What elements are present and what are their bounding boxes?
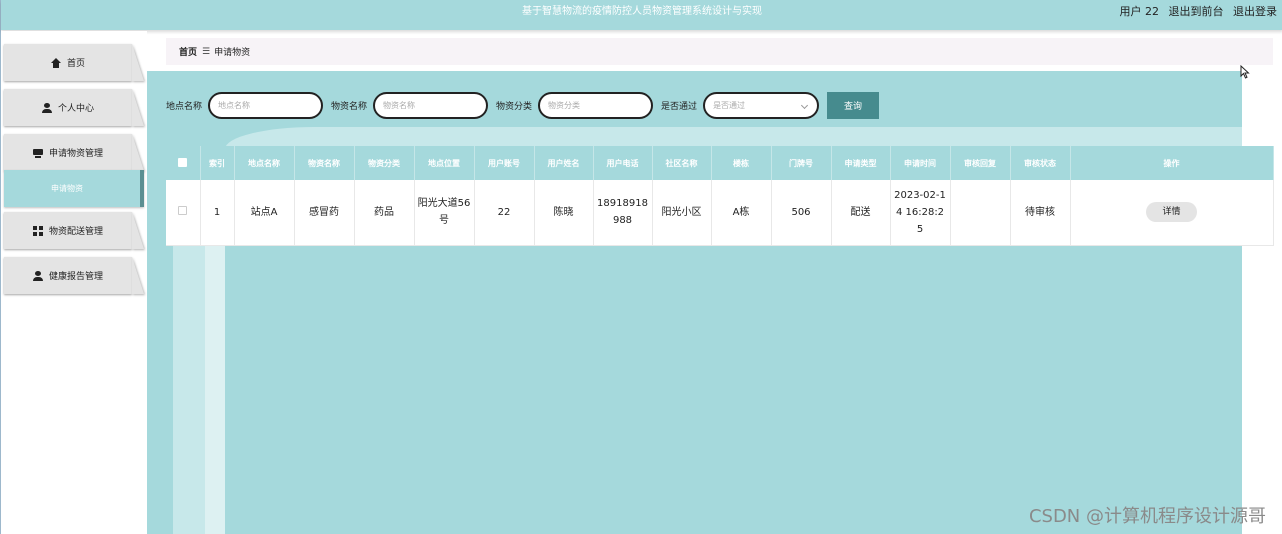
- sidebar-item-health[interactable]: 健康报告管理: [4, 257, 144, 294]
- menu-arrow: [132, 89, 144, 126]
- menu-arrow: [132, 212, 144, 249]
- cell-phone: 18918918988: [593, 180, 653, 246]
- sidebar-item-delivery[interactable]: 物资配送管理: [4, 212, 144, 249]
- box-icon: [32, 148, 43, 158]
- passed-label: 是否通过: [661, 102, 698, 112]
- breadcrumb: 首页 ☰ 申请物资: [166, 38, 1273, 65]
- category-input[interactable]: 物资分类: [538, 92, 654, 119]
- logout-link[interactable]: 退出登录: [1233, 5, 1277, 18]
- cell-community: 阳光小区: [652, 180, 712, 246]
- menu-arrow: [132, 44, 144, 81]
- menu-arrow: [132, 257, 144, 294]
- detail-button[interactable]: 详情: [1146, 202, 1197, 223]
- col-site: 地点名称: [234, 146, 295, 180]
- chevron-down-icon: [801, 101, 809, 110]
- col-time: 申请时间: [890, 146, 951, 180]
- cell-name: 感冒药: [294, 180, 355, 246]
- cell-account: 22: [474, 180, 535, 246]
- col-community: 社区名称: [652, 146, 712, 180]
- user-label: 用户 22: [1119, 5, 1160, 18]
- col-status: 审核状态: [1010, 146, 1071, 180]
- col-name: 物资名称: [294, 146, 355, 180]
- sidebar-item-label: 物资配送管理: [48, 227, 103, 237]
- breadcrumb-current: 申请物资: [214, 48, 251, 58]
- app-title: 基于智慧物流的疫情防控人员物资管理系统设计与实现: [522, 6, 762, 17]
- category-label: 物资分类: [496, 102, 533, 112]
- user-icon: [41, 102, 52, 113]
- passed-select-value: 是否通过: [713, 101, 746, 110]
- data-table: 索引 地点名称 物资名称 物资分类 地点位置 用户账号 用户姓名 用户电话 社区…: [166, 146, 1274, 246]
- menu-label-wrap: 物资配送管理: [4, 212, 132, 249]
- site-label: 地点名称: [166, 102, 203, 112]
- sidebar-item-apply-supplies[interactable]: 申请物资管理: [4, 134, 144, 171]
- col-location: 地点位置: [414, 146, 475, 180]
- sidebar-item-label: 申请物资管理: [48, 149, 103, 159]
- home-icon: [50, 57, 61, 68]
- cell-reply: [950, 180, 1011, 246]
- col-category: 物资分类: [354, 146, 415, 180]
- app-window: 基于智慧物流的疫情防控人员物资管理系统设计与实现 用户 22 退出到前台 退出登…: [0, 0, 1282, 534]
- cell-index: 1: [200, 180, 235, 246]
- table-header-row: 索引 地点名称 物资名称 物资分类 地点位置 用户账号 用户姓名 用户电话 社区…: [166, 146, 1274, 180]
- col-account: 用户账号: [474, 146, 535, 180]
- sidebar-subitem-apply[interactable]: 申请物资: [4, 170, 144, 207]
- grid-icon: [32, 225, 43, 236]
- name-input[interactable]: 物资名称: [373, 92, 489, 119]
- sidebar-item-home[interactable]: 首页: [4, 44, 144, 81]
- cell-site: 站点A: [234, 180, 295, 246]
- sidebar-item-label: 健康报告管理: [48, 272, 103, 282]
- breadcrumb-home[interactable]: 首页: [179, 45, 197, 58]
- cell-category: 药品: [354, 180, 415, 246]
- col-username: 用户姓名: [534, 146, 594, 180]
- cell-door: 506: [771, 180, 832, 246]
- cursor-shape: [1240, 65, 1250, 79]
- user-icon: [32, 270, 43, 281]
- menu-label-wrap: 健康报告管理: [4, 257, 132, 294]
- front-link[interactable]: 退出到前台: [1169, 5, 1224, 18]
- watermark: CSDN @计算机程序设计源哥: [1028, 506, 1266, 527]
- col-building: 楼栋: [711, 146, 772, 180]
- col-phone: 用户电话: [593, 146, 653, 180]
- content-decoration-stripe: [205, 245, 225, 534]
- select-all-checkbox[interactable]: [178, 157, 188, 167]
- cell-username: 陈晓: [534, 180, 594, 246]
- passed-select[interactable]: 是否通过: [703, 92, 820, 119]
- user-actions: 用户 22 退出到前台 退出登录: [1114, 0, 1278, 23]
- menu-arrow: [132, 134, 144, 171]
- menu-label-wrap: 申请物资管理: [4, 134, 132, 171]
- top-bar: 基于智慧物流的疫情防控人员物资管理系统设计与实现 用户 22 退出到前台 退出登…: [1, 0, 1282, 30]
- sidebar-item-label: 首页: [66, 59, 85, 69]
- site-input[interactable]: 地点名称: [208, 92, 324, 119]
- search-bar: 地点名称 地点名称 物资名称 物资名称 物资分类 物资分类 是否通过 是否通过 …: [166, 92, 880, 119]
- menu-label-wrap: 个人中心: [4, 89, 132, 126]
- query-button[interactable]: 查询: [827, 92, 880, 119]
- cell-time: 2023-02-14 16:28:25: [890, 180, 951, 246]
- sidebar-item-label: 个人中心: [57, 104, 94, 114]
- cell-building: A栋: [711, 180, 772, 246]
- name-label: 物资名称: [331, 102, 368, 112]
- col-type: 申请类型: [831, 146, 891, 180]
- col-action: 操作: [1070, 146, 1274, 180]
- menu-label-wrap: 首页: [4, 44, 132, 81]
- cell-action: 详情: [1070, 180, 1274, 246]
- col-door: 门牌号: [771, 146, 832, 180]
- cell-type: 配送: [831, 180, 891, 246]
- cell-location: 阳光大道56号: [414, 180, 475, 246]
- row-select-cell: [166, 180, 201, 246]
- cell-status: 待审核: [1010, 180, 1071, 246]
- sidebar: 首页 个人中心 申请物资管理 申请物资 物资配送管理 健康报告管理: [1, 31, 147, 534]
- row-checkbox[interactable]: [178, 205, 188, 215]
- breadcrumb-separator-icon: ☰: [202, 46, 210, 57]
- sidebar-item-profile[interactable]: 个人中心: [4, 89, 144, 126]
- table-row: 1 站点A 感冒药 药品 阳光大道56号 22 陈晓 18918918988 阳…: [166, 180, 1274, 246]
- select-all-header: [166, 146, 201, 180]
- col-index: 索引: [200, 146, 235, 180]
- col-reply: 审核回复: [950, 146, 1011, 180]
